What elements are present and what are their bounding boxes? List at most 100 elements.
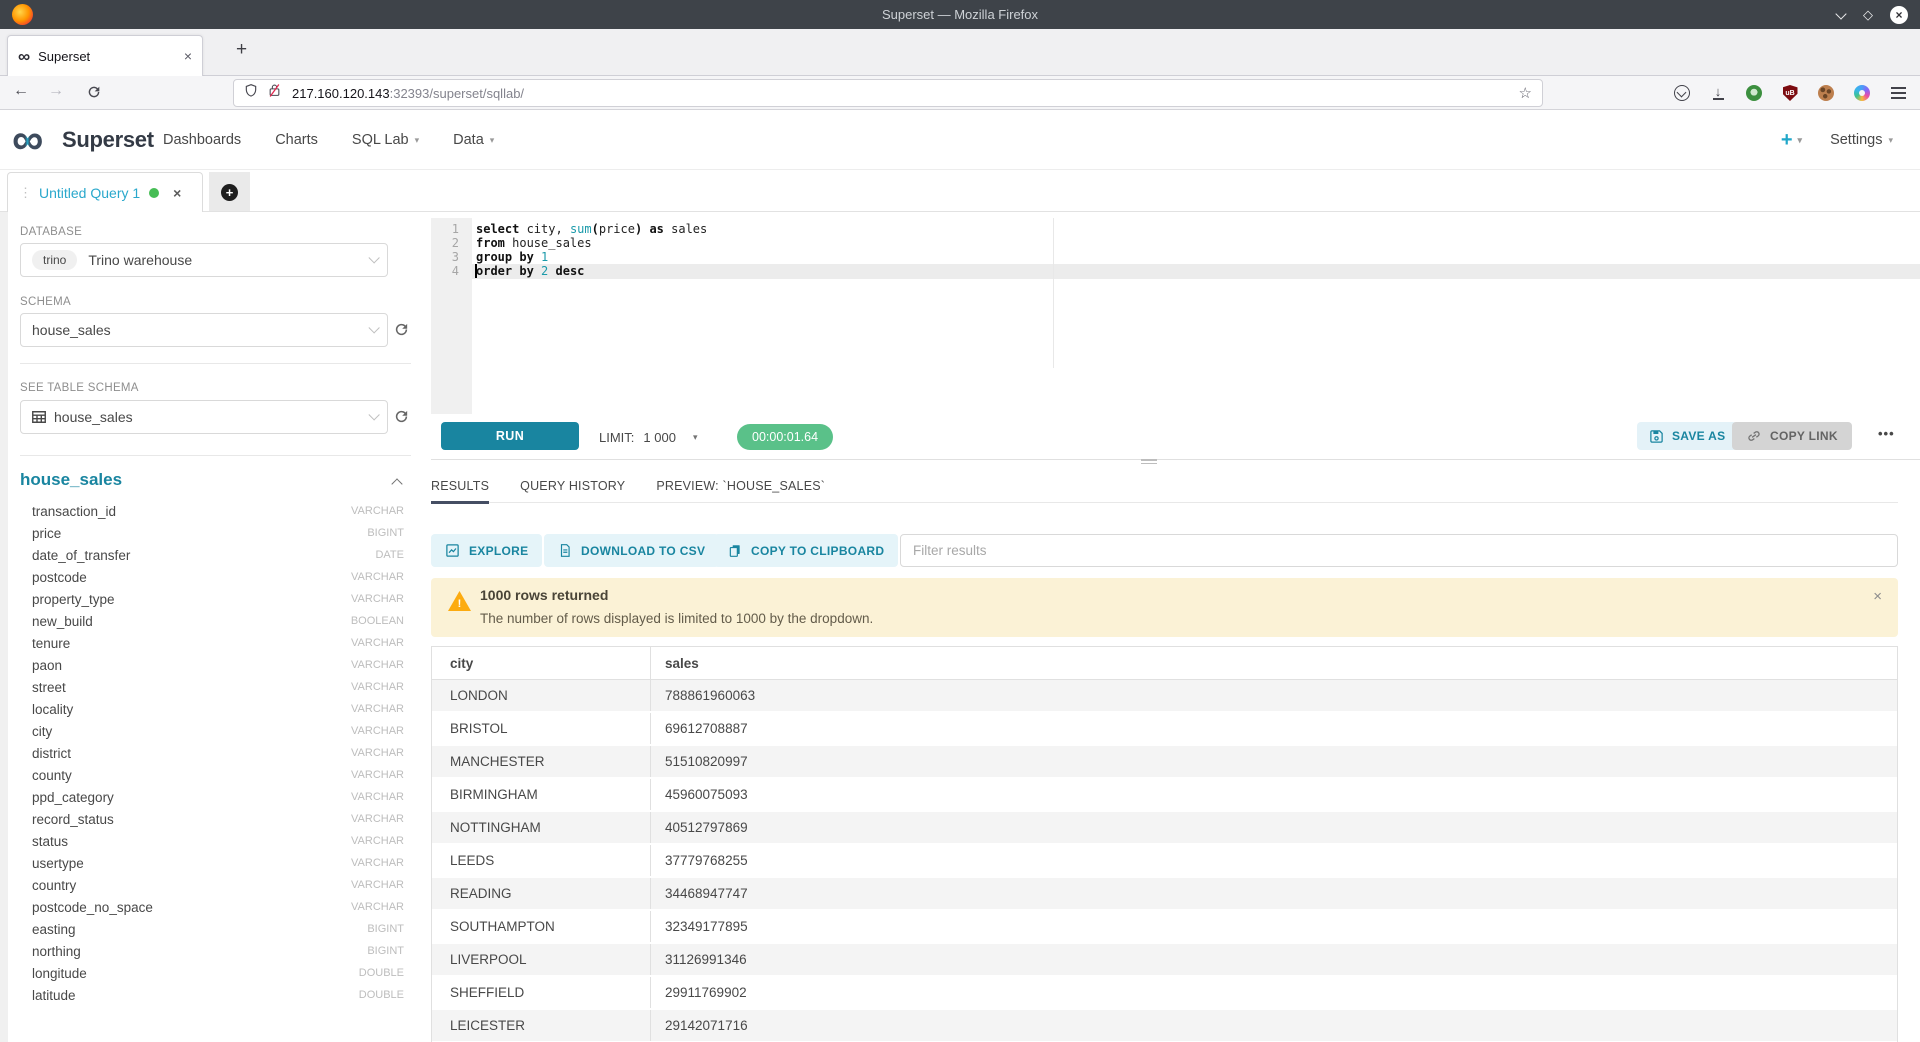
sqllab-sidebar: DATABASE trino Trino warehouse SCHEMA ho… [8, 212, 423, 1042]
tracking-shield-icon[interactable] [244, 83, 258, 103]
downloads-icon[interactable]: ↓ [1708, 83, 1728, 103]
column-name: latitude [32, 988, 76, 1003]
ublock-shield-icon[interactable]: uB [1780, 83, 1800, 103]
query-tab-close-icon[interactable]: × [173, 185, 181, 201]
window-titlebar: Superset — Mozilla Firefox ◇ × [0, 0, 1920, 29]
tab-query-history[interactable]: QUERY HISTORY [520, 474, 625, 502]
chevron-up-icon[interactable] [391, 478, 402, 489]
limit-label: LIMIT: [599, 430, 634, 445]
column-header-city[interactable]: city [432, 647, 650, 679]
limit-value: 1 000 [643, 430, 676, 445]
cell-city: LEICESTER [432, 1010, 650, 1041]
database-name: Trino warehouse [88, 252, 192, 268]
table-row: READING 34468947747 [432, 878, 1897, 911]
settings-menu[interactable]: Settings▾ [1830, 132, 1893, 148]
code-line-3: group by 1 [476, 250, 548, 264]
query-tab[interactable]: ⋮ Untitled Query 1 × [7, 172, 203, 212]
database-select[interactable]: trino Trino warehouse [20, 243, 388, 277]
table-row: MANCHESTER 51510820997 [432, 746, 1897, 779]
run-button[interactable]: RUN [441, 422, 579, 450]
filter-results-input[interactable] [900, 534, 1898, 567]
cell-sales: 45960075093 [650, 779, 1897, 810]
table-row: LIVERPOOL 31126991346 [432, 944, 1897, 977]
column-type: BIGINT [367, 527, 404, 539]
insecure-lock-icon[interactable] [268, 83, 281, 103]
schema-column-row: district VARCHAR [8, 742, 423, 764]
panel-resize-handle[interactable] [1141, 459, 1157, 464]
menu-hamburger-icon[interactable] [1888, 83, 1908, 103]
plus-circle-icon: + [221, 184, 238, 201]
superset-logo-icon[interactable]: ∞ [12, 112, 43, 168]
reload-button[interactable] [86, 84, 102, 105]
container-colorwheel-icon[interactable] [1852, 83, 1872, 103]
column-list: transaction_id VARCHAR price BIGINT date… [8, 500, 423, 1006]
alert-message: The number of rows displayed is limited … [480, 611, 873, 626]
superset-brand[interactable]: Superset [62, 127, 154, 153]
nav-sql-lab[interactable]: SQL Lab▾ [352, 132, 419, 148]
copy-link-button[interactable]: COPY LINK [1732, 422, 1852, 450]
limit-dropdown[interactable]: LIMIT: 1 000 ▾ [599, 414, 697, 460]
clipboard-icon [728, 543, 742, 558]
table-name-heading[interactable]: house_sales [20, 470, 122, 490]
schema-column-row: county VARCHAR [8, 764, 423, 786]
column-type: VARCHAR [351, 505, 404, 517]
nav-dashboards[interactable]: Dashboards [163, 132, 241, 148]
url-bar[interactable]: 217.160.120.143:32393/superset/sqllab/ ☆ [233, 79, 1543, 107]
close-window-icon[interactable]: × [1890, 6, 1908, 24]
sqllab-main: 1 2 3 4 select city, sum(price) as sales… [431, 212, 1920, 1042]
url-path: :32393/superset/sqllab/ [390, 86, 524, 101]
schema-column-row: record_status VARCHAR [8, 808, 423, 830]
add-new-button[interactable]: +▾ [1781, 129, 1802, 152]
alert-close-icon[interactable]: × [1873, 588, 1882, 605]
add-query-tab-button[interactable]: + [209, 172, 250, 212]
back-button[interactable]: ← [13, 82, 29, 100]
tab-preview[interactable]: PREVIEW: `HOUSE_SALES` [656, 474, 825, 502]
schema-column-row: status VARCHAR [8, 830, 423, 852]
query-status-dot [149, 188, 159, 198]
schema-column-row: transaction_id VARCHAR [8, 500, 423, 522]
column-type: VARCHAR [351, 747, 404, 759]
maximize-icon[interactable]: ◇ [1863, 8, 1873, 21]
copy-clipboard-button[interactable]: COPY TO CLIPBOARD [714, 534, 898, 567]
table-select[interactable]: house_sales [20, 400, 388, 434]
column-type: VARCHAR [351, 791, 404, 803]
minimize-icon[interactable] [1837, 10, 1846, 19]
column-type: VARCHAR [351, 769, 404, 781]
extension-green-icon[interactable] [1744, 83, 1764, 103]
save-as-button[interactable]: SAVE AS [1637, 422, 1737, 450]
drag-handle-icon[interactable]: ⋮ [19, 185, 32, 201]
sql-editor[interactable]: 1 2 3 4 select city, sum(price) as sales… [431, 218, 1920, 414]
column-name: easting [32, 922, 76, 937]
refresh-tables-icon[interactable] [393, 408, 410, 425]
tab-close-icon[interactable]: × [184, 48, 192, 64]
pocket-icon[interactable] [1672, 83, 1692, 103]
line-number: 4 [452, 264, 459, 278]
new-tab-button[interactable]: + [236, 39, 247, 61]
refresh-schemas-icon[interactable] [393, 321, 410, 338]
nav-data[interactable]: Data▾ [453, 132, 494, 148]
column-name: tenure [32, 636, 70, 651]
bookmark-star-icon[interactable]: ☆ [1519, 84, 1532, 102]
column-name: ppd_category [32, 790, 114, 805]
column-header-sales[interactable]: sales [650, 647, 1897, 679]
schema-column-row: city VARCHAR [8, 720, 423, 742]
cell-sales: 40512797869 [650, 812, 1897, 843]
browser-tab[interactable]: ∞ Superset × [7, 35, 203, 76]
column-type: BIGINT [367, 945, 404, 957]
schema-select[interactable]: house_sales [20, 313, 388, 347]
column-name: new_build [32, 614, 93, 629]
line-number: 1 [452, 222, 459, 236]
browser-tab-title: Superset [38, 49, 184, 64]
download-csv-button[interactable]: DOWNLOAD TO CSV [544, 534, 719, 567]
table-row: SOUTHAMPTON 32349177895 [432, 911, 1897, 944]
forward-button[interactable]: → [48, 82, 64, 100]
nav-charts[interactable]: Charts [275, 132, 318, 148]
cell-city: SHEFFIELD [432, 977, 650, 1008]
explore-button[interactable]: EXPLORE [431, 534, 542, 567]
schema-column-row: postcode_no_space VARCHAR [8, 896, 423, 918]
cookie-icon[interactable] [1816, 83, 1836, 103]
column-type: VARCHAR [351, 703, 404, 715]
sidebar-scrollbar[interactable] [0, 212, 8, 1042]
more-actions-button[interactable]: ••• [1878, 426, 1895, 441]
tab-results[interactable]: RESULTS [431, 474, 489, 502]
